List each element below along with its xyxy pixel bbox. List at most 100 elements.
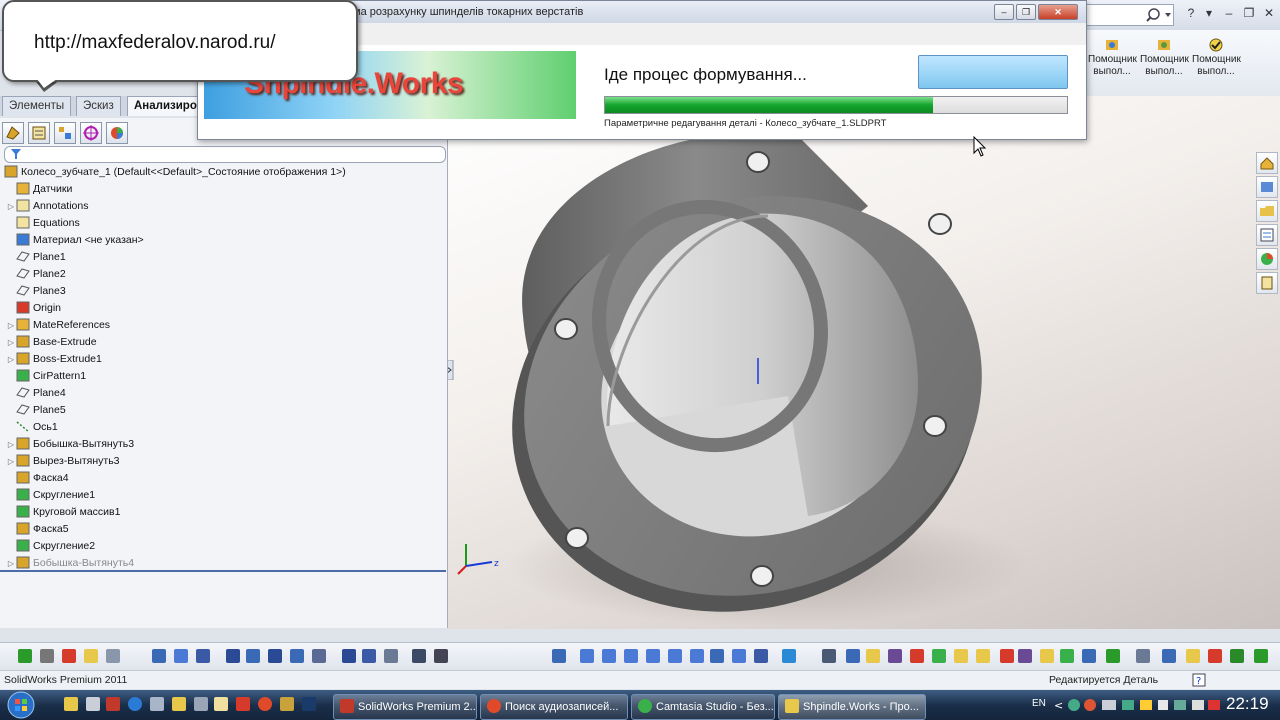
toolbar-tool-icon[interactable] bbox=[624, 649, 638, 663]
quicklaunch-icon[interactable] bbox=[172, 697, 186, 711]
toolbar-tool-icon[interactable] bbox=[268, 649, 282, 663]
toolbar-tool-icon[interactable] bbox=[932, 649, 946, 663]
toolbar-tool-icon[interactable] bbox=[976, 649, 990, 663]
tree-item[interactable]: ▷ Base-Extrude bbox=[6, 334, 97, 351]
toolbar-tool-icon[interactable] bbox=[1136, 649, 1150, 663]
toolbar-tool-icon[interactable] bbox=[552, 649, 566, 663]
system-clock[interactable]: 22:19 bbox=[1226, 694, 1269, 714]
tree-item[interactable]: Plane3 bbox=[6, 283, 66, 300]
toolbar-tool-icon[interactable] bbox=[196, 649, 210, 663]
toolbar-tool-icon[interactable] bbox=[782, 649, 796, 663]
tree-item[interactable]: ▷ MateReferences bbox=[6, 317, 110, 334]
taskbar-item-shpindle[interactable]: Shpindle.Works - Про... bbox=[778, 694, 926, 720]
search-input[interactable] bbox=[1080, 4, 1174, 26]
tree-item[interactable]: Фаска4 bbox=[6, 470, 69, 487]
assistant-button-2[interactable]: Помощник выпол... bbox=[1140, 38, 1189, 78]
tab-evaluate[interactable]: Анализиров bbox=[127, 96, 203, 116]
tree-item[interactable]: Ось1 bbox=[6, 419, 58, 436]
toolbar-tool-icon[interactable] bbox=[246, 649, 260, 663]
toolbar-tool-icon[interactable] bbox=[1060, 649, 1074, 663]
tree-item[interactable]: Скругление2 bbox=[6, 538, 95, 555]
assistant-button-1[interactable]: Помощник выпол... bbox=[1088, 38, 1137, 78]
toolbar-tool-icon[interactable] bbox=[312, 649, 326, 663]
toolbar-tool-icon[interactable] bbox=[910, 649, 924, 663]
quicklaunch-icon[interactable] bbox=[214, 697, 228, 711]
toolbar-tool-icon[interactable] bbox=[846, 649, 860, 663]
opera-quicklaunch-icon[interactable] bbox=[258, 697, 272, 711]
panel-collapse-handle[interactable] bbox=[448, 360, 455, 380]
toolbar-tool-icon[interactable] bbox=[1162, 649, 1176, 663]
dialog-action-button[interactable] bbox=[918, 55, 1068, 89]
toolbar-tool-icon[interactable] bbox=[412, 649, 426, 663]
taskbar-item-camtasia[interactable]: Camtasia Studio - Без... bbox=[631, 694, 775, 720]
tree-item[interactable]: Plane5 bbox=[6, 402, 66, 419]
file-explorer-icon[interactable] bbox=[1256, 200, 1278, 222]
dimxpert-tab-icon[interactable] bbox=[80, 122, 102, 144]
tree-item[interactable]: Материал <не указан> bbox=[6, 232, 144, 249]
quicklaunch-icon[interactable] bbox=[280, 697, 294, 711]
dropdown-icon[interactable]: ▾ bbox=[1200, 6, 1218, 20]
tree-item[interactable]: ▷ Бобышка-Вытянуть3 bbox=[6, 436, 134, 453]
quicklaunch-icon[interactable] bbox=[150, 697, 164, 711]
quicklaunch-icon[interactable] bbox=[236, 697, 250, 711]
toolbar-tool-icon[interactable] bbox=[1018, 649, 1032, 663]
toolbar-tool-icon[interactable] bbox=[710, 649, 724, 663]
home-icon[interactable] bbox=[1256, 152, 1278, 174]
graphics-viewport[interactable]: z bbox=[448, 96, 1280, 629]
toolbar-tool-icon[interactable] bbox=[1186, 649, 1200, 663]
toolbar-tool-icon[interactable] bbox=[290, 649, 304, 663]
dialog-close-button[interactable]: ✕ bbox=[1038, 4, 1078, 20]
toolbar-tool-icon[interactable] bbox=[1254, 649, 1268, 663]
toolbar-tool-icon[interactable] bbox=[754, 649, 768, 663]
toolbar-tool-icon[interactable] bbox=[106, 649, 120, 663]
help-icon[interactable]: ? bbox=[1192, 673, 1206, 687]
view-palette-icon[interactable] bbox=[1256, 224, 1278, 246]
solidworks-quicklaunch-icon[interactable] bbox=[106, 697, 120, 711]
display-manager-tab-icon[interactable] bbox=[106, 122, 128, 144]
tree-item[interactable]: Plane1 bbox=[6, 249, 66, 266]
tree-item[interactable]: Скругление1 bbox=[6, 487, 95, 504]
assistant-button-3[interactable]: Помощник выпол... bbox=[1192, 38, 1241, 78]
toolbar-tool-icon[interactable] bbox=[1106, 649, 1120, 663]
tree-item[interactable]: Origin bbox=[6, 300, 61, 317]
configuration-tab-icon[interactable] bbox=[54, 122, 76, 144]
toolbar-tool-icon[interactable] bbox=[18, 649, 32, 663]
toolbar-tool-icon[interactable] bbox=[362, 649, 376, 663]
tree-item[interactable]: Plane2 bbox=[6, 266, 66, 283]
tree-item[interactable]: Датчики bbox=[6, 181, 72, 198]
help-icon[interactable]: ? bbox=[1182, 6, 1200, 20]
toolbar-tool-icon[interactable] bbox=[1000, 649, 1014, 663]
rollback-bar[interactable] bbox=[0, 570, 446, 572]
toolbar-tool-icon[interactable] bbox=[62, 649, 76, 663]
toolbar-tool-icon[interactable] bbox=[822, 649, 836, 663]
toolbar-tool-icon[interactable] bbox=[732, 649, 746, 663]
tree-item[interactable]: Equations bbox=[6, 215, 80, 232]
tree-root[interactable]: Колесо_зубчате_1 (Default<<Default>_Сост… bbox=[0, 164, 346, 181]
minimize-icon[interactable]: – bbox=[1220, 6, 1238, 20]
close-icon[interactable]: ✕ bbox=[1260, 6, 1278, 20]
toolbar-tool-icon[interactable] bbox=[888, 649, 902, 663]
toolbar-tool-icon[interactable] bbox=[1230, 649, 1244, 663]
expand-arrow-icon[interactable]: ▷ bbox=[6, 453, 16, 470]
quicklaunch-icon[interactable] bbox=[86, 697, 100, 711]
toolbar-tool-icon[interactable] bbox=[226, 649, 240, 663]
expand-arrow-icon[interactable]: ▷ bbox=[6, 317, 16, 334]
toolbar-tool-icon[interactable] bbox=[602, 649, 616, 663]
design-library-icon[interactable] bbox=[1256, 176, 1278, 198]
tree-item[interactable]: ▷ Вырез-Вытянуть3 bbox=[6, 453, 120, 470]
toolbar-tool-icon[interactable] bbox=[954, 649, 968, 663]
tree-item[interactable]: Plane4 bbox=[6, 385, 66, 402]
expand-arrow-icon[interactable]: ▷ bbox=[6, 334, 16, 351]
toolbar-tool-icon[interactable] bbox=[866, 649, 880, 663]
toolbar-tool-icon[interactable] bbox=[152, 649, 166, 663]
feature-tree-tab-icon[interactable] bbox=[2, 122, 24, 144]
tree-item[interactable]: Фаска5 bbox=[6, 521, 69, 538]
property-manager-tab-icon[interactable] bbox=[28, 122, 50, 144]
tree-filter-input[interactable] bbox=[4, 146, 446, 163]
tree-item[interactable]: ▷ Boss-Extrude1 bbox=[6, 351, 102, 368]
tree-item[interactable]: Круговой массив1 bbox=[6, 504, 120, 521]
quicklaunch-icon[interactable] bbox=[302, 697, 316, 711]
dialog-maximize-button[interactable]: ❐ bbox=[1016, 4, 1036, 20]
toolbar-tool-icon[interactable] bbox=[1082, 649, 1096, 663]
toolbar-tool-icon[interactable] bbox=[690, 649, 704, 663]
